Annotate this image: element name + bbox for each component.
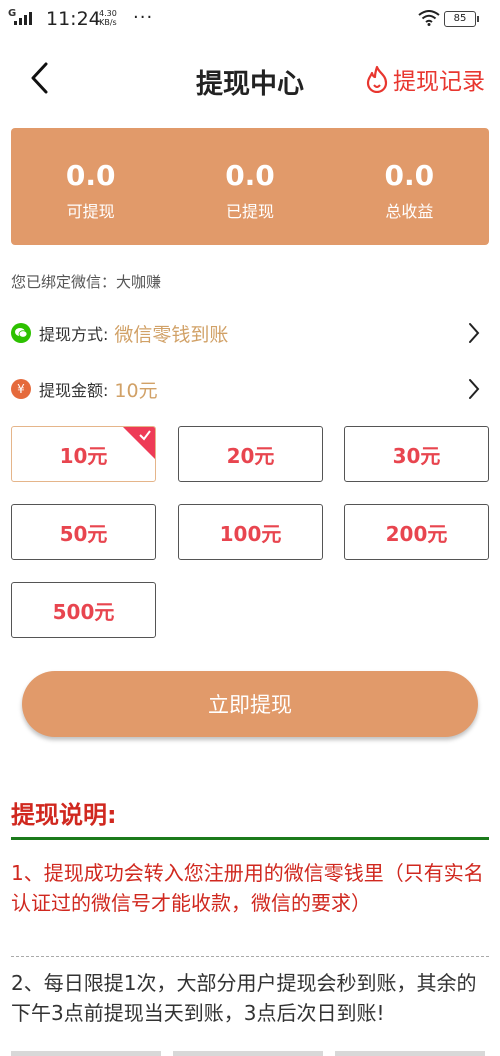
amount-option-10[interactable]: 10元 bbox=[11, 426, 156, 482]
withdraw-record-label: 提现记录 bbox=[393, 69, 485, 95]
yuan-icon: ¥ bbox=[11, 379, 31, 399]
balance-summary-card: 0.0 可提现 0.0 已提现 0.0 总收益 bbox=[11, 128, 489, 245]
amount-option-50[interactable]: 50元 bbox=[11, 504, 156, 560]
withdraw-now-button[interactable]: 立即提现 bbox=[22, 671, 478, 737]
amount-option-30[interactable]: 30元 bbox=[344, 426, 489, 482]
stat-label: 可提现 bbox=[66, 202, 115, 221]
stat-label: 已提现 bbox=[225, 202, 274, 221]
withdraw-method-label: 提现方式: bbox=[39, 325, 109, 344]
chevron-right-icon bbox=[467, 322, 481, 348]
withdraw-amount-row[interactable]: ¥ 提现金额: 10元 bbox=[11, 372, 489, 406]
stat-value: 0.0 bbox=[225, 159, 275, 192]
amount-label: 100元 bbox=[219, 521, 282, 546]
note-item-2: 2、每日限提1次，大部分用户提现会秒到账，其余的下午3点前提现当天到账，3点后次… bbox=[11, 971, 477, 1025]
wechat-icon bbox=[11, 323, 31, 343]
chevron-right-icon bbox=[467, 378, 481, 404]
amount-label: 200元 bbox=[385, 521, 448, 546]
stat-withdrawable: 0.0 可提现 bbox=[11, 128, 170, 245]
withdraw-method-row[interactable]: 提现方式: 微信零钱到账 bbox=[11, 316, 489, 350]
withdraw-record-link[interactable]: 提现记录 bbox=[364, 62, 485, 96]
amount-label: 50元 bbox=[59, 521, 108, 546]
bound-wechat-text: 您已绑定微信：大咖赚 bbox=[11, 273, 162, 291]
flame-icon bbox=[366, 65, 388, 93]
note-divider bbox=[11, 956, 489, 957]
notes-divider bbox=[11, 837, 489, 840]
signal-icon bbox=[14, 12, 32, 25]
amount-option-20[interactable]: 20元 bbox=[178, 426, 323, 482]
speed-value: 4.30 bbox=[99, 9, 117, 18]
bottom-placeholder-bar bbox=[11, 1051, 485, 1056]
stat-withdrawn: 0.0 已提现 bbox=[170, 128, 329, 245]
more-notifications-icon: ··· bbox=[133, 7, 154, 28]
network-speed: 4.30 KB/s bbox=[99, 9, 117, 27]
notes-title: 提现说明: bbox=[11, 801, 117, 829]
amount-option-500[interactable]: 500元 bbox=[11, 582, 156, 638]
amount-label: 500元 bbox=[52, 599, 115, 624]
note-item-1: 1、提现成功会转入您注册用的微信零钱里（只有实名认证过的微信号才能收款，微信的要… bbox=[11, 861, 484, 915]
stat-value: 0.0 bbox=[65, 159, 116, 192]
page-header: 提现中心 提现记录 bbox=[0, 48, 500, 108]
wifi-icon bbox=[418, 10, 440, 30]
amount-label: 20元 bbox=[226, 443, 275, 468]
amount-option-200[interactable]: 200元 bbox=[344, 504, 489, 560]
stat-label: 总收益 bbox=[385, 202, 434, 221]
amount-label: 30元 bbox=[392, 443, 441, 468]
withdraw-amount-label: 提现金额: bbox=[39, 381, 109, 400]
status-bar: G 11:24 4.30 KB/s ··· 85 bbox=[0, 0, 500, 40]
checkmark-icon bbox=[139, 430, 151, 441]
amount-label: 10元 bbox=[59, 443, 108, 468]
stat-value: 0.0 bbox=[384, 159, 435, 192]
stat-total-earnings: 0.0 总收益 bbox=[330, 128, 489, 245]
speed-unit: KB/s bbox=[99, 18, 117, 27]
status-time: 11:24 bbox=[46, 8, 101, 30]
amount-option-100[interactable]: 100元 bbox=[178, 504, 323, 560]
withdraw-amount-value: 10元 bbox=[114, 379, 158, 402]
withdraw-method-value: 微信零钱到账 bbox=[114, 323, 229, 346]
battery-icon: 85 bbox=[444, 11, 479, 27]
